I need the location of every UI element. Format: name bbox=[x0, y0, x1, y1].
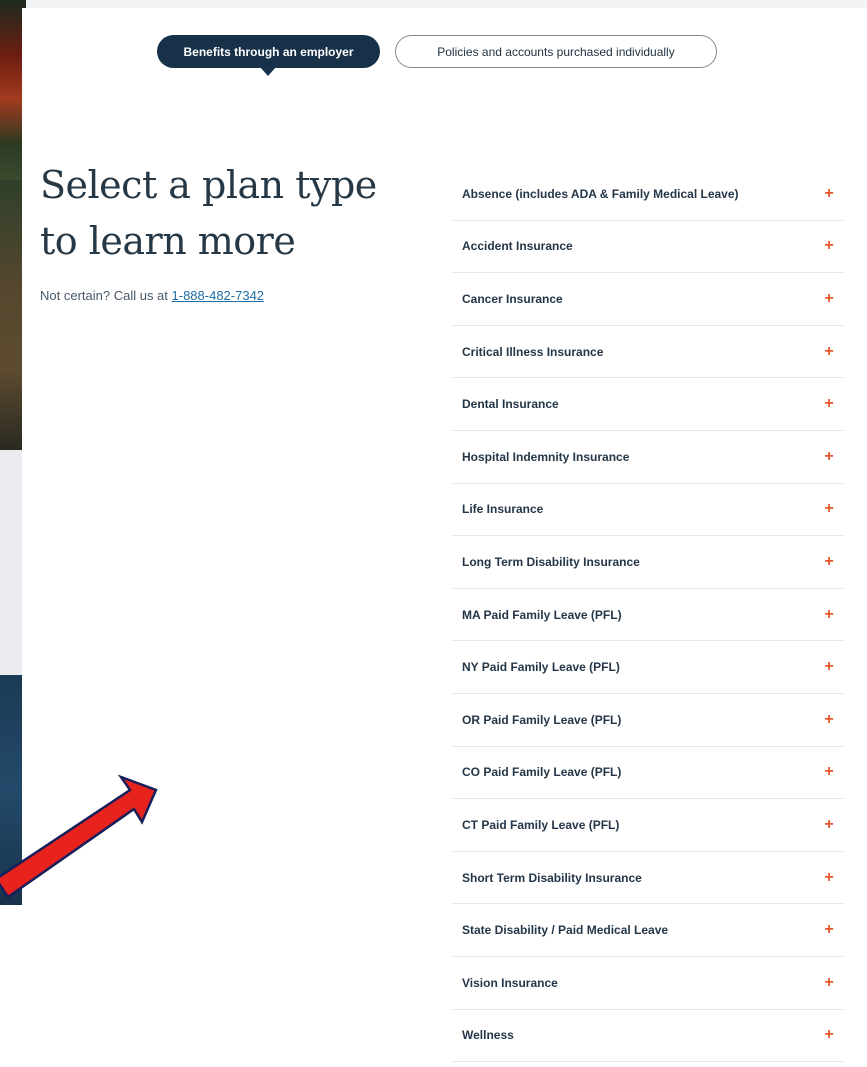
plan-item[interactable]: Critical Illness Insurance + bbox=[452, 326, 844, 379]
plan-item[interactable]: Dental Insurance + bbox=[452, 378, 844, 431]
background-top-bar bbox=[26, 0, 867, 8]
plan-item-label: Long Term Disability Insurance bbox=[462, 554, 640, 569]
plan-item-label: CO Paid Family Leave (PFL) bbox=[462, 765, 622, 780]
plan-item[interactable]: Wellness + bbox=[452, 1010, 844, 1063]
plus-icon[interactable]: + bbox=[822, 922, 836, 938]
plus-icon[interactable]: + bbox=[822, 1027, 836, 1043]
plus-icon[interactable]: + bbox=[822, 290, 836, 307]
plan-item[interactable]: Vision Insurance + bbox=[452, 957, 844, 1010]
plan-item-label: Absence (includes ADA & Family Medical L… bbox=[462, 186, 739, 201]
plus-icon[interactable]: + bbox=[822, 238, 836, 254]
plan-item-label: Hospital Indemnity Insurance bbox=[462, 449, 630, 464]
plan-item[interactable]: Absence (includes ADA & Family Medical L… bbox=[452, 168, 844, 221]
plan-item-label: Vision Insurance bbox=[462, 975, 558, 990]
page-title-line-1: Select a plan type bbox=[40, 163, 377, 207]
plan-item[interactable]: Accident Insurance + bbox=[452, 221, 844, 274]
plan-item[interactable]: Cancer Insurance + bbox=[452, 273, 844, 326]
plus-icon[interactable]: + bbox=[822, 501, 836, 517]
plus-icon[interactable]: + bbox=[822, 974, 836, 991]
plus-icon[interactable]: + bbox=[822, 396, 836, 412]
plan-item-label: Cancer Insurance bbox=[462, 291, 563, 306]
plus-icon[interactable]: + bbox=[822, 343, 836, 360]
plan-item[interactable]: NY Paid Family Leave (PFL) + bbox=[452, 641, 844, 694]
tab-benefits-through-employer[interactable]: Benefits through an employer bbox=[157, 35, 380, 76]
page-title: Select a plan type to learn more bbox=[40, 157, 400, 269]
plan-item-label: NY Paid Family Leave (PFL) bbox=[462, 660, 620, 675]
plus-icon[interactable]: + bbox=[822, 816, 836, 833]
plus-icon[interactable]: + bbox=[822, 869, 836, 886]
page-title-line-2: to learn more bbox=[40, 219, 296, 263]
plan-type-list: Absence (includes ADA & Family Medical L… bbox=[452, 168, 844, 1063]
phone-link[interactable]: 1-888-482-7342 bbox=[172, 288, 265, 303]
plan-item[interactable]: OR Paid Family Leave (PFL) + bbox=[452, 694, 844, 747]
call-us-prefix: Not certain? Call us at bbox=[40, 288, 172, 303]
plan-item[interactable]: CT Paid Family Leave (PFL) + bbox=[452, 799, 844, 852]
plan-item[interactable]: Long Term Disability Insurance + bbox=[452, 536, 844, 589]
plan-item[interactable]: Short Term Disability Insurance + bbox=[452, 852, 844, 905]
plan-item[interactable]: Life Insurance + bbox=[452, 484, 844, 537]
plan-item[interactable]: MA Paid Family Leave (PFL) + bbox=[452, 589, 844, 642]
plus-icon[interactable]: + bbox=[822, 606, 836, 623]
plus-icon[interactable]: + bbox=[822, 185, 836, 202]
plan-item-label: State Disability / Paid Medical Leave bbox=[462, 923, 669, 938]
tab-label: Policies and accounts purchased individu… bbox=[437, 44, 675, 59]
plan-item[interactable]: CO Paid Family Leave (PFL) + bbox=[452, 747, 844, 800]
call-us-text: Not certain? Call us at 1-888-482-7342 bbox=[40, 288, 264, 303]
plan-item-label: Dental Insurance bbox=[462, 397, 559, 412]
plan-item-label: MA Paid Family Leave (PFL) bbox=[462, 607, 622, 622]
plan-item-label: Wellness bbox=[462, 1028, 514, 1043]
plan-item-label: Critical Illness Insurance bbox=[462, 344, 604, 359]
plan-item[interactable]: Hospital Indemnity Insurance + bbox=[452, 431, 844, 484]
plus-icon[interactable]: + bbox=[822, 711, 836, 728]
plus-icon[interactable]: + bbox=[822, 448, 836, 465]
tab-policies-purchased-individually[interactable]: Policies and accounts purchased individu… bbox=[395, 35, 717, 68]
plan-item-label: Life Insurance bbox=[462, 502, 544, 517]
plan-item-label: Short Term Disability Insurance bbox=[462, 870, 642, 885]
plus-icon[interactable]: + bbox=[822, 659, 836, 675]
plus-icon[interactable]: + bbox=[822, 764, 836, 780]
plan-item[interactable]: State Disability / Paid Medical Leave + bbox=[452, 904, 844, 957]
plan-item-label: Accident Insurance bbox=[462, 239, 573, 254]
plan-item-label: CT Paid Family Leave (PFL) bbox=[462, 817, 620, 832]
plan-item-label: OR Paid Family Leave (PFL) bbox=[462, 712, 622, 727]
tab-label: Benefits through an employer bbox=[183, 44, 354, 59]
plus-icon[interactable]: + bbox=[822, 553, 836, 570]
